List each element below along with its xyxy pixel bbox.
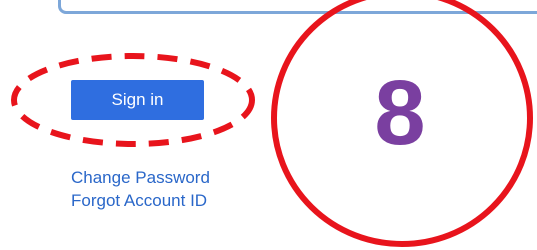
step-number-badge: 8 (374, 62, 426, 164)
account-links: Change Password Forgot Account ID (71, 166, 210, 212)
sign-in-button[interactable]: Sign in (71, 80, 204, 120)
forgot-account-id-link[interactable]: Forgot Account ID (71, 189, 210, 212)
change-password-link[interactable]: Change Password (71, 166, 210, 189)
account-id-input[interactable] (58, 0, 537, 14)
screenshot-stage: Sign in Change Password Forgot Account I… (0, 0, 537, 250)
